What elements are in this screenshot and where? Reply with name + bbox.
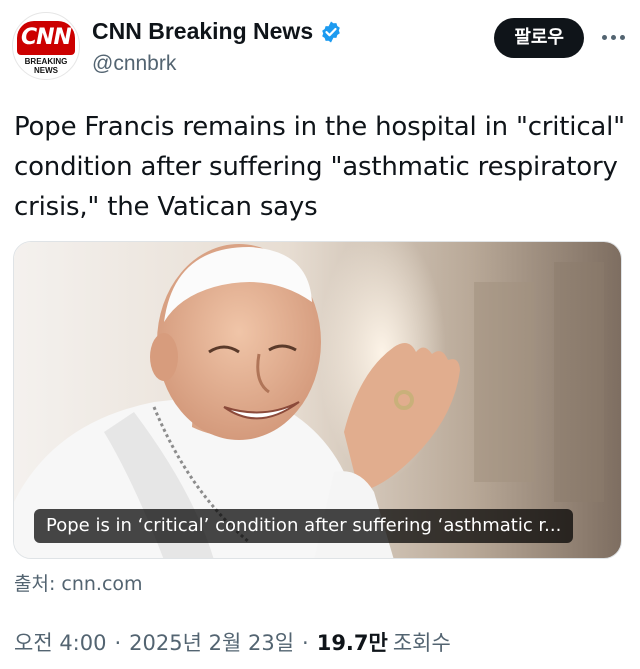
more-icon[interactable] xyxy=(598,22,628,52)
tweet-header: CNN BREAKING NEWS CNN Breaking News @cnnb… xyxy=(12,12,628,82)
avatar[interactable]: CNN BREAKING NEWS xyxy=(12,12,80,80)
card-source[interactable]: 출처: cnn.com xyxy=(14,569,143,596)
breaking-news-logo-text: BREAKING NEWS xyxy=(24,57,68,75)
tweet-time[interactable]: 오전 4:00 xyxy=(14,627,106,657)
meta-separator: · xyxy=(114,631,122,655)
user-handle[interactable]: @cnnbrk xyxy=(92,52,176,76)
display-name[interactable]: CNN Breaking News xyxy=(92,18,313,45)
views-label: 조회수 xyxy=(392,631,451,655)
views-count[interactable]: 19.7만 xyxy=(317,627,388,657)
cnn-logo: CNN xyxy=(17,21,75,55)
tweet-meta: 오전 4:00 · 2025년 2월 23일 · 19.7만 조회수 xyxy=(14,627,451,657)
tweet-text: Pope Francis remains in the hospital in … xyxy=(14,112,625,222)
tweet-date[interactable]: 2025년 2월 23일 xyxy=(129,627,294,657)
link-card[interactable]: Pope is in ‘critical’ condition after su… xyxy=(13,241,622,559)
follow-button[interactable]: 팔로우 xyxy=(494,18,584,58)
name-row: CNN Breaking News xyxy=(92,18,343,45)
verified-badge-icon xyxy=(319,20,343,44)
card-caption: Pope is in ‘critical’ condition after su… xyxy=(34,509,574,543)
meta-separator: · xyxy=(302,631,309,655)
